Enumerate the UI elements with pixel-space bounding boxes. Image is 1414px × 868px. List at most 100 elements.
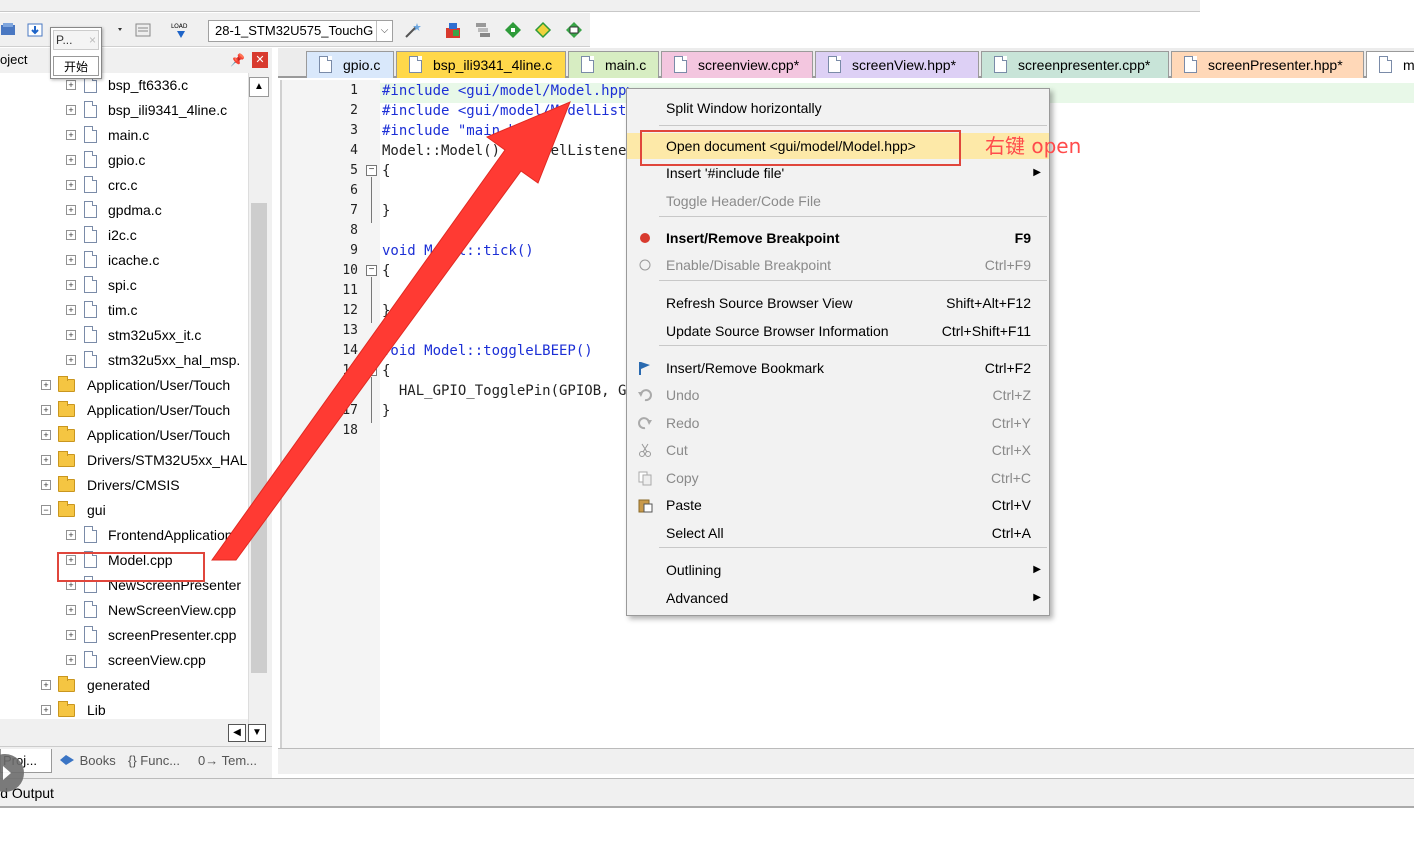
scroll-down-icon[interactable]: ▼ [248, 724, 266, 742]
editor-tab[interactable]: mo [1366, 51, 1414, 78]
context-menu-item[interactable]: Insert/Remove Breakpoint F9 [627, 225, 1049, 251]
editor-tab[interactable]: bsp_ili9341_4line.c [396, 51, 566, 78]
expand-icon[interactable]: + [66, 280, 76, 290]
collapse-icon[interactable]: − [41, 505, 51, 515]
fold-toggle-icon[interactable]: − [366, 165, 377, 176]
tree-item[interactable]: + NewScreenView.cpp [66, 598, 248, 623]
expand-icon[interactable]: + [41, 680, 51, 690]
tree-item[interactable]: + gpdma.c [66, 198, 248, 223]
fold-toggle-icon[interactable]: − [366, 365, 377, 376]
tree-item[interactable]: + FrontendApplication [66, 523, 248, 548]
code-line[interactable]: { [382, 361, 390, 381]
tree-item[interactable]: + icache.c [66, 248, 248, 273]
code-line[interactable]: } [382, 401, 390, 421]
expand-icon[interactable]: + [66, 530, 76, 540]
tree-item[interactable]: + Drivers/STM32U5xx_HAL [41, 448, 248, 473]
expand-icon[interactable]: + [66, 255, 76, 265]
editor-tab[interactable]: screenView.hpp* [815, 51, 979, 78]
rte-icon[interactable] [534, 21, 552, 39]
expand-icon[interactable]: + [66, 105, 76, 115]
expand-icon[interactable]: + [66, 205, 76, 215]
code-line[interactable]: #include "main.h" [382, 121, 525, 141]
tree-item[interactable]: + main.c [66, 123, 248, 148]
tree-item[interactable]: + Application/User/Touch [41, 398, 248, 423]
tree-item[interactable]: + stm32u5xx_hal_msp. [66, 348, 248, 373]
context-menu-item[interactable]: Paste Ctrl+V [627, 492, 1049, 518]
context-menu-item[interactable]: Toggle Header/Code File [627, 188, 1049, 214]
expand-icon[interactable]: + [41, 705, 51, 715]
expand-icon[interactable]: + [66, 355, 76, 365]
vertical-scrollbar[interactable]: ▲ [248, 73, 269, 735]
options-icon[interactable] [134, 21, 152, 39]
tab-templates[interactable]: 0→ Tem... [196, 749, 266, 773]
scrollbar-thumb[interactable] [251, 203, 267, 673]
expand-icon[interactable]: + [66, 180, 76, 190]
expand-icon[interactable]: + [66, 230, 76, 240]
context-menu-item[interactable]: Enable/Disable Breakpoint Ctrl+F9 [627, 252, 1049, 278]
expand-icon[interactable]: + [41, 455, 51, 465]
tree-item[interactable]: + tim.c [66, 298, 248, 323]
context-menu-item[interactable]: Update Source Browser Information Ctrl+Sh… [627, 318, 1049, 344]
expand-icon[interactable]: + [66, 155, 76, 165]
editor-tab[interactable]: gpio.c [306, 51, 394, 78]
tab-books[interactable]: Books [56, 749, 122, 773]
context-menu-item[interactable]: Refresh Source Browser View Shift+Alt+F12 [627, 290, 1049, 316]
tree-item[interactable]: + screenPresenter.cpp [66, 623, 248, 648]
tree-item[interactable]: + screenView.cpp [66, 648, 248, 673]
tree-item[interactable]: + Lib [41, 698, 248, 719]
code-line[interactable]: void Model::toggleLBEEP() [382, 341, 593, 361]
context-menu-item[interactable]: Cut Ctrl+X [627, 437, 1049, 463]
dropdown-arrow-icon[interactable] [108, 21, 126, 39]
load-icon[interactable]: LOAD [170, 21, 188, 39]
expand-icon[interactable]: + [66, 305, 76, 315]
expand-icon[interactable]: + [41, 380, 51, 390]
expand-icon[interactable]: + [66, 605, 76, 615]
tree-item[interactable]: + i2c.c [66, 223, 248, 248]
context-menu-item[interactable]: Outlining ▶ [627, 557, 1049, 583]
code-line[interactable]: } [382, 301, 390, 321]
expand-icon[interactable]: + [41, 480, 51, 490]
editor-tab[interactable]: screenpresenter.cpp* [981, 51, 1169, 78]
editor-tab[interactable]: screenview.cpp* [661, 51, 813, 78]
build-icon[interactable] [0, 21, 18, 39]
context-menu-item[interactable]: Redo Ctrl+Y [627, 410, 1049, 436]
code-line[interactable]: Model::Model() : modelListener(0) [382, 141, 660, 161]
tab-functions[interactable]: {} Func... [126, 749, 192, 773]
context-menu-item[interactable]: Copy Ctrl+C [627, 465, 1049, 491]
context-menu-item[interactable]: Advanced ▶ [627, 585, 1049, 611]
pack-installer-icon[interactable] [444, 21, 462, 39]
context-menu-item[interactable]: Split Window horizontally [627, 95, 1049, 121]
magic-wand-icon[interactable] [404, 21, 422, 39]
expand-icon[interactable]: + [66, 80, 76, 90]
expand-icon[interactable]: + [66, 330, 76, 340]
editor-tab[interactable]: main.c [568, 51, 659, 78]
expand-icon[interactable]: + [66, 655, 76, 665]
code-line[interactable]: void Model::tick() [382, 241, 534, 261]
device-icon[interactable] [564, 21, 582, 39]
context-menu-item[interactable]: Undo Ctrl+Z [627, 382, 1049, 408]
tree-item[interactable]: + stm32u5xx_it.c [66, 323, 248, 348]
stack-icon[interactable] [474, 21, 492, 39]
green-diamond-icon[interactable] [504, 21, 522, 39]
code-line[interactable]: { [382, 161, 390, 181]
expand-icon[interactable]: + [41, 430, 51, 440]
editor-tab[interactable]: screenPresenter.hpp* [1171, 51, 1364, 78]
expand-icon[interactable]: + [66, 630, 76, 640]
fold-toggle-icon[interactable]: − [366, 265, 377, 276]
tree-item[interactable]: + Drivers/CMSIS [41, 473, 248, 498]
pin-icon[interactable]: 📌 [230, 48, 245, 72]
scroll-left-icon[interactable]: ◀ [228, 724, 246, 742]
tree-item[interactable]: + bsp_ili9341_4line.c [66, 98, 248, 123]
close-icon[interactable]: ✕ [252, 52, 268, 68]
tree-item[interactable]: + Application/User/Touch [41, 373, 248, 398]
tree-item[interactable]: + gpio.c [66, 148, 248, 173]
code-line[interactable]: { [382, 261, 390, 281]
scroll-up-icon[interactable]: ▲ [249, 77, 269, 97]
horizontal-scrollbar[interactable]: ◀ ▼ [0, 722, 266, 743]
tree-item[interactable]: + crc.c [66, 173, 248, 198]
download-icon[interactable] [26, 21, 44, 39]
tooltip-start-button[interactable]: 开始 [53, 56, 99, 76]
tree-item[interactable]: + Application/User/Touch [41, 423, 248, 448]
expand-icon[interactable]: + [66, 130, 76, 140]
tree-item[interactable]: − gui [41, 498, 248, 523]
